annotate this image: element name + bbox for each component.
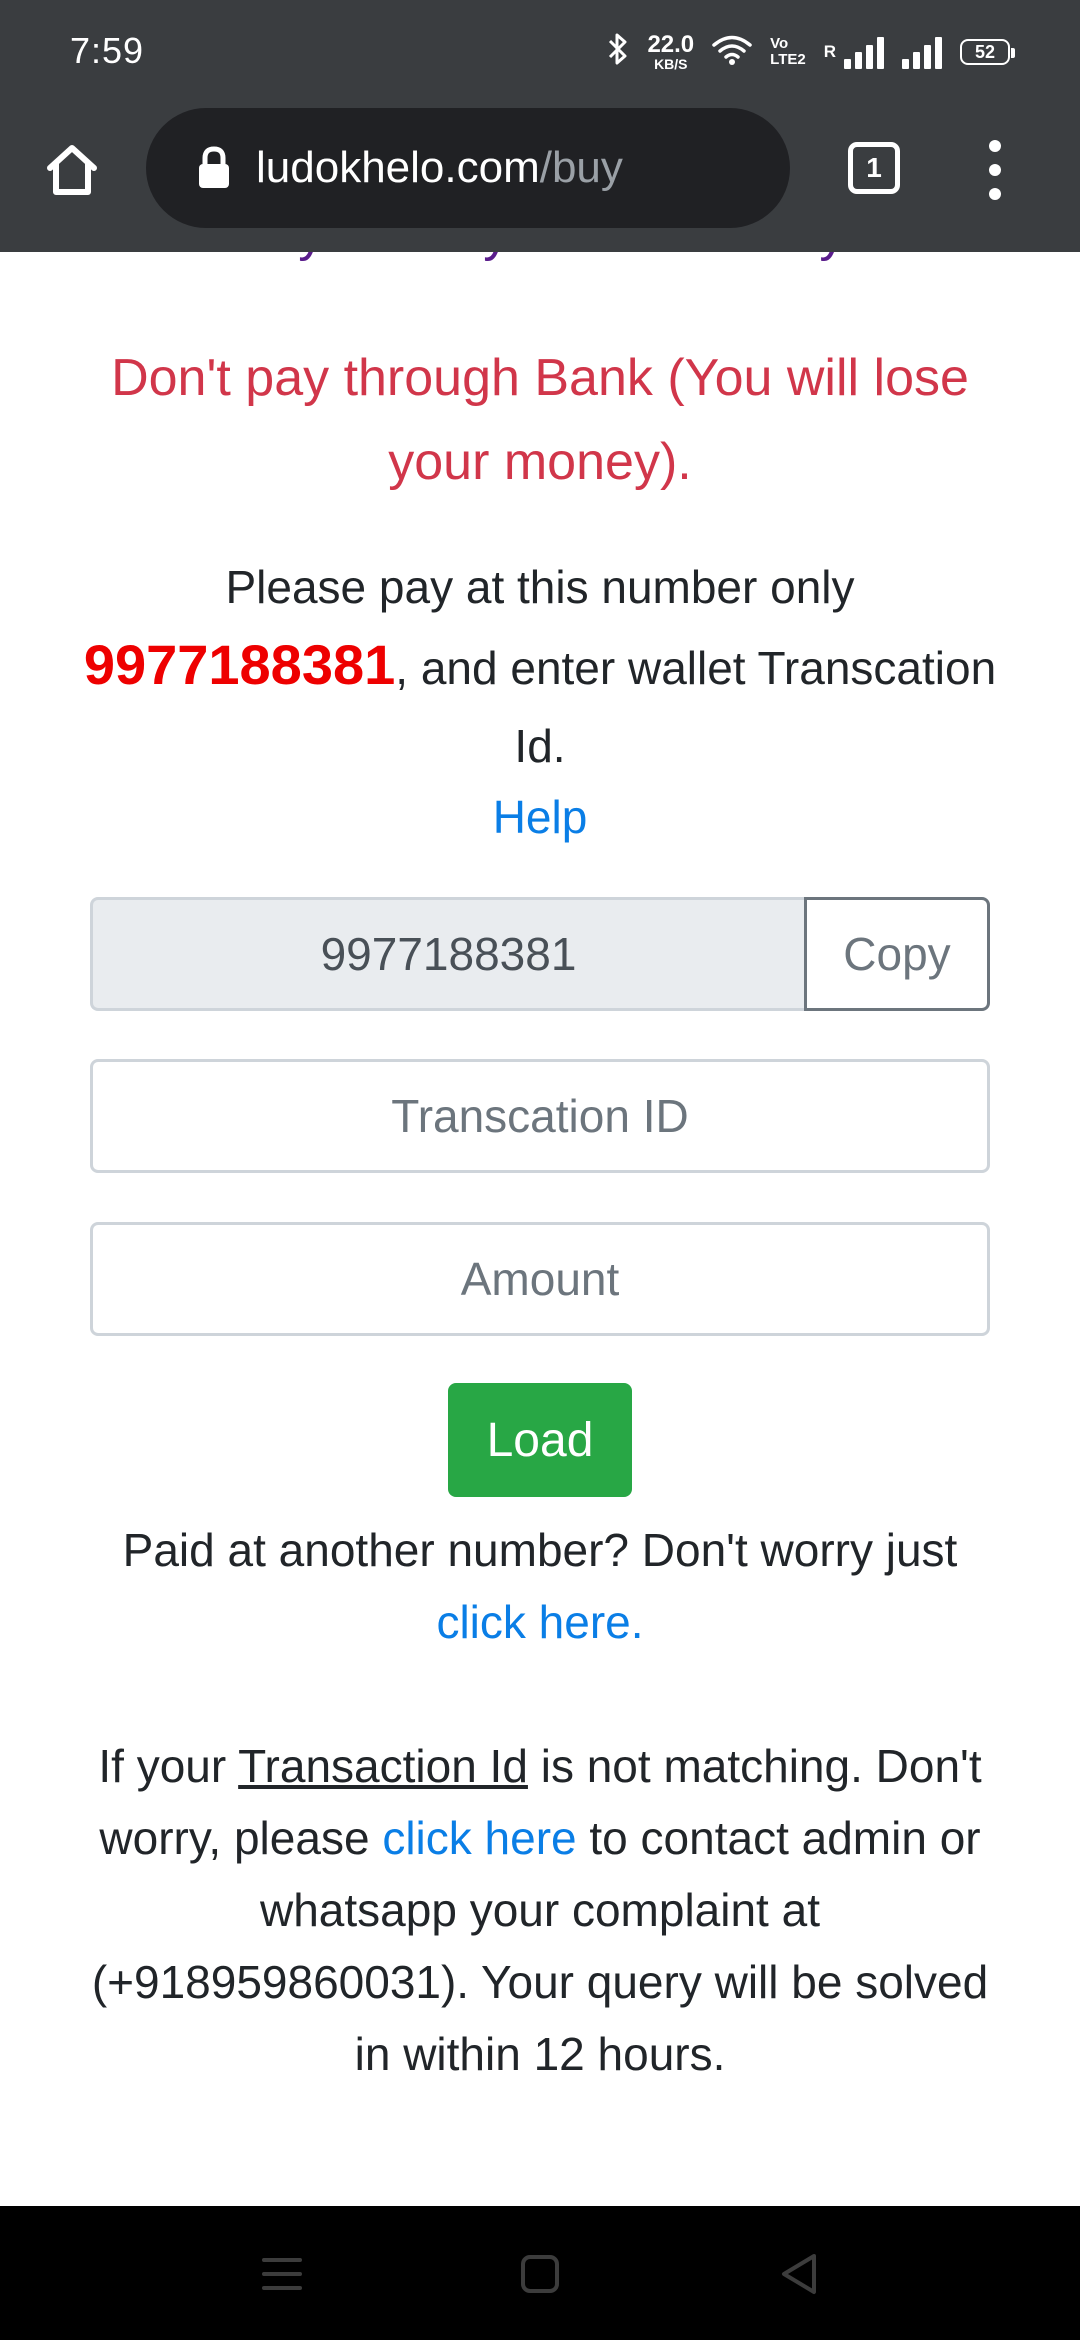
volte-bottom: LTE2 [770,51,806,68]
home-button[interactable] [36,134,108,206]
volte-indicator: Vo LTE2 [770,36,806,68]
amount-input[interactable] [90,1222,990,1336]
copy-number-group: 9977188381 Copy [90,897,990,1011]
help-link-text[interactable]: Help [493,791,588,843]
payment-instruction: Please pay at this number only 997718838… [80,548,1000,785]
contact-admin-link[interactable]: click here [382,1812,576,1864]
system-nav-bar [0,2206,1080,2340]
back-triangle-icon [782,2254,816,2294]
mismatch-transaction-id: Transaction Id [238,1740,528,1792]
url-text: ludokhelo.com/buy [256,143,623,193]
network-speed-unit: KB/S [654,56,688,72]
more-vert-icon[interactable] [970,140,1020,200]
volte-top: Vo [770,35,789,53]
number-field[interactable]: 9977188381 [90,897,804,1011]
status-icons: 22.0 KB/S Vo LTE2 R 52 [607,28,1015,76]
browser-toolbar: ludokhelo.com/buy 1 [0,104,1080,252]
network-speed-value: 22.0 [647,31,695,58]
paid-other-message: Paid at another number? Don't worry just [122,1524,958,1576]
instruction-suffix: , and enter wallet Transcation Id. [395,642,997,772]
recent-apps-button[interactable] [252,2244,312,2304]
wifi-icon [712,34,752,71]
battery-level: 52 [974,41,996,62]
bluetooth-icon [607,32,629,72]
page-content: Pay via Paytm Wallet Only Don't pay thro… [0,252,1080,2206]
load-button[interactable]: Load [448,1383,632,1497]
address-bar[interactable]: ludokhelo.com/buy [146,108,790,228]
transaction-mismatch-text: If your Transaction Id is not matching. … [80,1730,1000,2090]
instruction-prefix: Please pay at this number only [225,561,855,613]
mismatch-prefix: If your [98,1740,227,1792]
roaming-indicator: R [823,42,836,61]
pay-number: 9977188381 [83,633,396,696]
status-time: 7:59 [70,30,145,71]
copy-button[interactable]: Copy [804,897,990,1011]
back-nav-button[interactable] [768,2244,828,2304]
home-icon [47,145,97,195]
help-link[interactable]: Help [0,782,1080,852]
menu-lines-icon [262,2258,302,2290]
square-icon [521,2255,559,2293]
status-bar: 7:59 22.0 KB/S Vo LTE2 R 52 [0,0,1080,104]
network-speed: 22.0 KB/S [647,31,695,72]
url-path: /buy [539,143,623,192]
signal-icon-sim2 [902,35,942,69]
lock-icon [196,146,232,190]
tab-count: 1 [866,152,882,183]
signal-icon-sim1: R [824,35,884,69]
tab-switcher-button[interactable]: 1 [848,142,900,194]
home-nav-button[interactable] [510,2244,570,2304]
paid-other-number-text: Paid at another number? Don't worry just… [60,1514,1020,1658]
transaction-id-input[interactable] [90,1059,990,1173]
page-heading: Pay via Paytm Wallet Only [0,252,1080,268]
battery-icon: 52 [960,39,1015,65]
url-domain: ludokhelo.com [256,143,540,192]
bank-warning: Don't pay through Bank (You will lose yo… [111,349,969,491]
paid-other-link[interactable]: click here. [436,1596,643,1648]
